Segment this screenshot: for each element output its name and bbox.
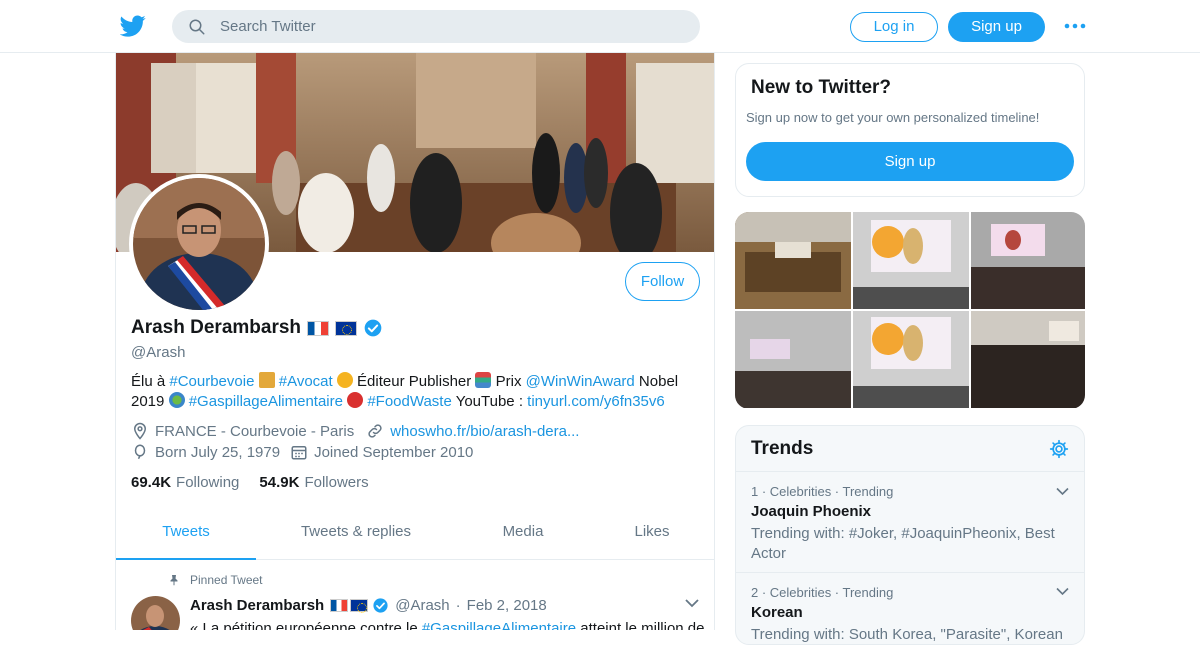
follow-button[interactable]: Follow [625,262,700,301]
profile-name-row: Arash Derambarsh [131,317,383,339]
profile-website-link[interactable]: whoswho.fr/bio/arash-dera... [390,423,579,440]
media-thumbnail[interactable] [853,311,969,408]
bio-text: Éditeur Publisher [352,373,476,390]
profile-meta-location: FRANCE - Courbevoie - Paris whoswho.fr/b… [131,422,579,440]
scales-emoji-icon [258,372,275,388]
pinned-tweet-label: Pinned Tweet [168,573,263,587]
profile-handle: @Arash [131,344,186,361]
books-emoji-icon [475,372,492,388]
media-thumbnail[interactable] [735,212,851,309]
trend-item[interactable]: 1 · Celebrities · Trending Joaquin Phoen… [751,484,1071,564]
media-thumbnail[interactable] [971,311,1085,408]
profile-join-date: Joined September 2010 [314,443,474,461]
chevron-down-icon[interactable] [1056,587,1069,596]
sun-emoji-icon [336,372,353,388]
tweet-author-handle[interactable]: @Arash [395,597,449,614]
divider [736,471,1084,472]
trend-subtitle: Trending with: #Joker, #JoaquinPheonix, … [751,525,1055,562]
gear-icon[interactable] [1049,439,1069,459]
twitter-logo-icon[interactable] [120,13,146,39]
followers-count: 54.9K [259,474,300,491]
trend-title: Korean [751,604,803,621]
hashtag-link[interactable]: #GaspillageAlimentaire [189,393,343,410]
trend-meta: 1 · Celebrities · Trending [751,484,894,499]
tweet-text-part: atteint le million de [576,620,705,630]
trend-title: Joaquin Phoenix [751,503,872,520]
signup-button[interactable]: Sign up [948,12,1045,42]
location-pin-icon [133,422,147,440]
media-thumbnail[interactable] [971,212,1085,309]
apple-emoji-icon [347,392,364,408]
hashtag-link[interactable]: #Courbevoie [169,373,254,390]
mention-link[interactable]: @WinWinAward [526,373,635,390]
tweet-author-name[interactable]: Arash Derambarsh [190,597,324,614]
profile-birthdate: Born July 25, 1979 [155,443,281,461]
following-stat[interactable]: 69.4K Following [131,474,239,491]
tab-media[interactable]: Media [456,512,590,560]
pin-icon [170,575,178,586]
search-bar[interactable] [172,10,700,43]
hashtag-link[interactable]: #GaspillageAlimentaire [422,620,576,630]
trend-meta: 2 · Celebrities · Trending [751,585,894,600]
tweet-author-avatar[interactable] [131,596,180,630]
trend-subtitle: Trending with: South Korea, "Parasite", … [751,626,1063,643]
followers-label: Followers [304,474,369,491]
france-flag-icon [307,320,330,336]
profile-bio: Élu à #Courbevoie #Avocat Éditeur Publis… [131,372,701,412]
chevron-down-icon[interactable] [1056,487,1069,496]
link-icon [368,424,382,438]
more-options-icon[interactable] [1063,18,1087,34]
new-to-twitter-card: New to Twitter? Sign up now to get your … [735,63,1085,197]
tweet-header: Arash Derambarsh @Arash · Feb 2, 2018 [190,597,547,614]
tweet-date[interactable]: Feb 2, 2018 [467,597,547,614]
following-label: Following [176,474,240,491]
top-navigation-bar: Log in Sign up [0,0,1200,53]
search-icon [189,19,205,34]
eu-flag-icon [335,320,358,336]
search-input[interactable] [220,18,660,35]
trend-item[interactable]: 2 · Celebrities · Trending Korean Trendi… [751,585,1071,644]
bio-text: Prix [491,373,526,390]
trends-card: Trends 1 · Celebrities · Trending Joaqui… [735,425,1085,645]
bio-text: YouTube : [451,393,528,410]
verified-badge-icon [364,319,382,337]
profile-meta-dates: Born July 25, 1979 Joined September 2010 [131,443,473,461]
profile-stats: 69.4K Following 54.9K Followers [131,474,369,491]
calendar-icon [291,446,307,460]
trends-title: Trends [751,438,814,459]
login-button[interactable]: Log in [850,12,938,42]
new-to-twitter-text: Sign up now to get your own personalized… [746,110,1040,125]
tweet-text-part: « La pétition européenne contre le [190,620,422,630]
bio-url-link[interactable]: tinyurl.com/y6fn35v6 [527,393,665,410]
verified-badge-icon [373,598,388,613]
media-thumbnail[interactable] [853,212,969,309]
following-count: 69.4K [131,474,172,491]
tweet-separator: · [455,597,461,614]
divider [736,572,1084,573]
pinned-label-text: Pinned Tweet [190,573,263,587]
profile-column: Follow Arash Derambarsh @Arash Élu à #Co… [115,53,715,630]
profile-tabs: Tweets Tweets & replies Media Likes [116,512,714,560]
hashtag-link[interactable]: #Avocat [279,373,333,390]
bio-text: Élu à [131,373,170,390]
followers-stat[interactable]: 54.9K Followers [259,474,368,491]
france-flag-icon [330,599,349,612]
sidebar-signup-button[interactable]: Sign up [746,142,1074,181]
eu-flag-icon [350,599,369,613]
profile-avatar[interactable] [129,174,269,314]
tweet-text: « La pétition européenne contre le #Gasp… [190,619,705,630]
tab-likes[interactable]: Likes [590,512,714,560]
chevron-down-icon[interactable] [685,598,699,608]
media-gallery [735,212,1085,409]
tab-tweets[interactable]: Tweets [116,512,256,560]
new-to-twitter-title: New to Twitter? [751,77,892,98]
profile-name: Arash Derambarsh [131,317,302,338]
globe-emoji-icon [168,392,185,408]
balloon-icon [134,444,146,460]
profile-location: FRANCE - Courbevoie - Paris [155,422,355,440]
tab-tweets-replies[interactable]: Tweets & replies [256,512,456,560]
media-thumbnail[interactable] [735,311,851,408]
hashtag-link[interactable]: #FoodWaste [367,393,452,410]
